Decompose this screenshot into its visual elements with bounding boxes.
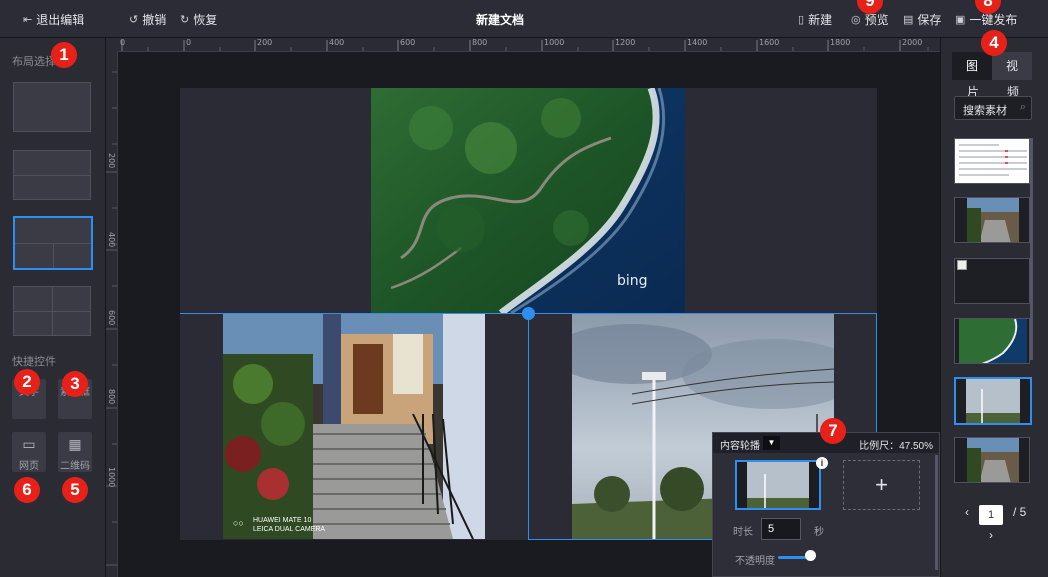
tab-videos[interactable]: 视 (992, 52, 1032, 80)
ruler-tick-label: 400 (107, 232, 116, 248)
ruler-tick-label: 200 (107, 153, 116, 169)
ruler-tick-label: 800 (472, 38, 488, 47)
ruler-tick-label: 1600 (759, 38, 780, 47)
staircase-thumbnail-image (955, 438, 1029, 482)
ruler-tick-label: 1000 (544, 38, 565, 47)
new-label: 新建 (808, 13, 833, 27)
layout-divider (14, 175, 90, 176)
opacity-slider-thumb[interactable] (805, 550, 816, 561)
next-page-button[interactable]: › (989, 528, 993, 542)
asset-thumbnail[interactable] (954, 138, 1030, 184)
browser-icon: ▭ (22, 436, 36, 452)
publish-icon: ▣ (955, 14, 966, 26)
annotation-badge: 3 (62, 371, 88, 397)
ruler-tick-label: 600 (400, 38, 416, 47)
qrcode-control-label: 二维码 (60, 461, 90, 472)
qrcode-control-button[interactable]: ▦ 二维码 (58, 432, 92, 472)
layout-option-grid-four[interactable] (13, 286, 91, 336)
asset-thumbnail-broken[interactable] (954, 258, 1030, 304)
ruler-tick-label: 1200 (615, 38, 636, 47)
broken-image-icon (957, 260, 967, 270)
tab-images[interactable]: 图 (952, 52, 992, 80)
eye-icon: ◎ (851, 14, 861, 26)
selection-handle[interactable] (522, 307, 535, 320)
annotation-badge: 7 (820, 418, 846, 444)
carousel-slot-thumbnail[interactable] (735, 460, 821, 510)
ruler-tick-label: 400 (329, 38, 345, 47)
document-title: 新建文档 (475, 13, 524, 27)
canvas-image-coastline[interactable]: bing (371, 88, 685, 313)
qrcode-icon: ▦ (68, 436, 82, 452)
ruler-tick-label: 1400 (687, 38, 708, 47)
annotation-badge: 5 (62, 477, 88, 503)
top-toolbar: ⇤ 退出编辑 ↺ 撤销 ↻ 恢复 新建文档 ▯ 新建 ◎ 预览 ▤ 保存 ▣ 一… (0, 0, 1048, 38)
ruler-tick-label: 600 (107, 310, 116, 326)
ruler-tick-label: 0 (186, 38, 192, 47)
search-assets-input[interactable]: 搜索素材 ⌕ (954, 96, 1032, 120)
ruler-corner (106, 38, 118, 52)
canvas-image-staircase[interactable]: ○○ HUAWEI MATE 10 LEICA DUAL CAMERA (223, 314, 485, 539)
layout-option-single[interactable] (13, 82, 91, 132)
annotation-badge: 1 (51, 42, 77, 68)
page-total: / 5 (1013, 505, 1027, 519)
layout-divider (53, 243, 54, 268)
ruler-tick-label: 1000 (107, 467, 116, 488)
annotation-badge: 4 (981, 30, 1007, 56)
camera-watermark-model: HUAWEI MATE 10 (253, 517, 312, 524)
assets-scrollbar[interactable] (1030, 138, 1033, 360)
content-carousel-panel: 内容轮播 ▼ 比例尺：47.50% i + 时长 5 秒 不透明度 (712, 432, 940, 577)
new-button[interactable]: ▯ 新建 (798, 11, 832, 28)
webpage-control-button[interactable]: ▭ 网页 (12, 432, 46, 472)
camera-watermark-icon: ○○ (233, 518, 244, 528)
page-number-input[interactable]: 1 (979, 505, 1003, 525)
carousel-dropdown-icon[interactable]: ▼ (763, 436, 780, 450)
layout-option-two-rows[interactable] (13, 150, 91, 200)
duration-label: 时长 (733, 527, 753, 538)
camera-watermark-lens: LEICA DUAL CAMERA (253, 526, 326, 533)
save-label: 保存 (917, 13, 942, 27)
scale-ratio: 比例尺：47.50% (859, 441, 933, 452)
add-carousel-item-button[interactable]: + (843, 460, 920, 510)
ruler-tick-label: 0 (120, 38, 126, 47)
publish-label: 一键发布 (969, 13, 1018, 27)
document-icon: ▯ (798, 14, 805, 26)
ruler-tick-label: 800 (107, 389, 116, 405)
asset-thumbnail[interactable] (954, 197, 1030, 243)
search-icon: ⌕ (1019, 101, 1026, 113)
ruler-tick-label: 200 (257, 38, 273, 47)
info-icon[interactable]: i (816, 457, 828, 469)
carousel-panel-title: 内容轮播 (720, 441, 760, 452)
annotation-badge: 2 (14, 369, 40, 395)
coastline-thumbnail-image (955, 319, 1029, 363)
quick-controls-title: 快捷控件 (12, 356, 56, 368)
vertical-ruler: 200 400 600 800 1000 (106, 52, 118, 577)
asset-thumbnail-selected[interactable] (954, 377, 1032, 425)
asset-thumbnail[interactable] (954, 437, 1030, 483)
opacity-label: 不透明度 (735, 556, 775, 567)
right-panel: 图 视 片 频 搜索素材 ⌕ ‹ 1 / 5 › (940, 38, 1048, 577)
horizontal-ruler: 0 0 200 400 600 800 1000 1200 1400 1600 … (118, 38, 940, 52)
save-button[interactable]: ▤ 保存 (903, 11, 941, 28)
ruler-tick-label: 2000 (902, 38, 923, 47)
ruler-ticks (121, 40, 929, 51)
staircase-thumbnail-image (955, 198, 1029, 242)
duration-unit: 秒 (814, 527, 824, 538)
panel-scrollbar[interactable] (935, 455, 938, 570)
asset-thumbnail[interactable] (954, 318, 1030, 364)
webpage-control-label: 网页 (19, 461, 39, 472)
layout-divider (52, 287, 53, 335)
staircase-image (223, 314, 485, 539)
save-icon: ▤ (903, 14, 914, 26)
layout-section-title: 布局选择 (12, 56, 56, 68)
annotation-badge: 6 (14, 477, 40, 503)
document-thumbnail-image (955, 139, 1029, 183)
layout-option-top-bottom-split[interactable] (13, 216, 93, 270)
sky-thumbnail-image (956, 379, 1030, 423)
duration-input[interactable]: 5 (761, 518, 801, 540)
ruler-tick-label: 1800 (830, 38, 851, 47)
sky-thumbnail-image (737, 462, 819, 508)
bing-watermark: bing (617, 273, 648, 289)
prev-page-button[interactable]: ‹ (965, 505, 969, 519)
search-assets-label: 搜索素材 (963, 105, 1007, 117)
